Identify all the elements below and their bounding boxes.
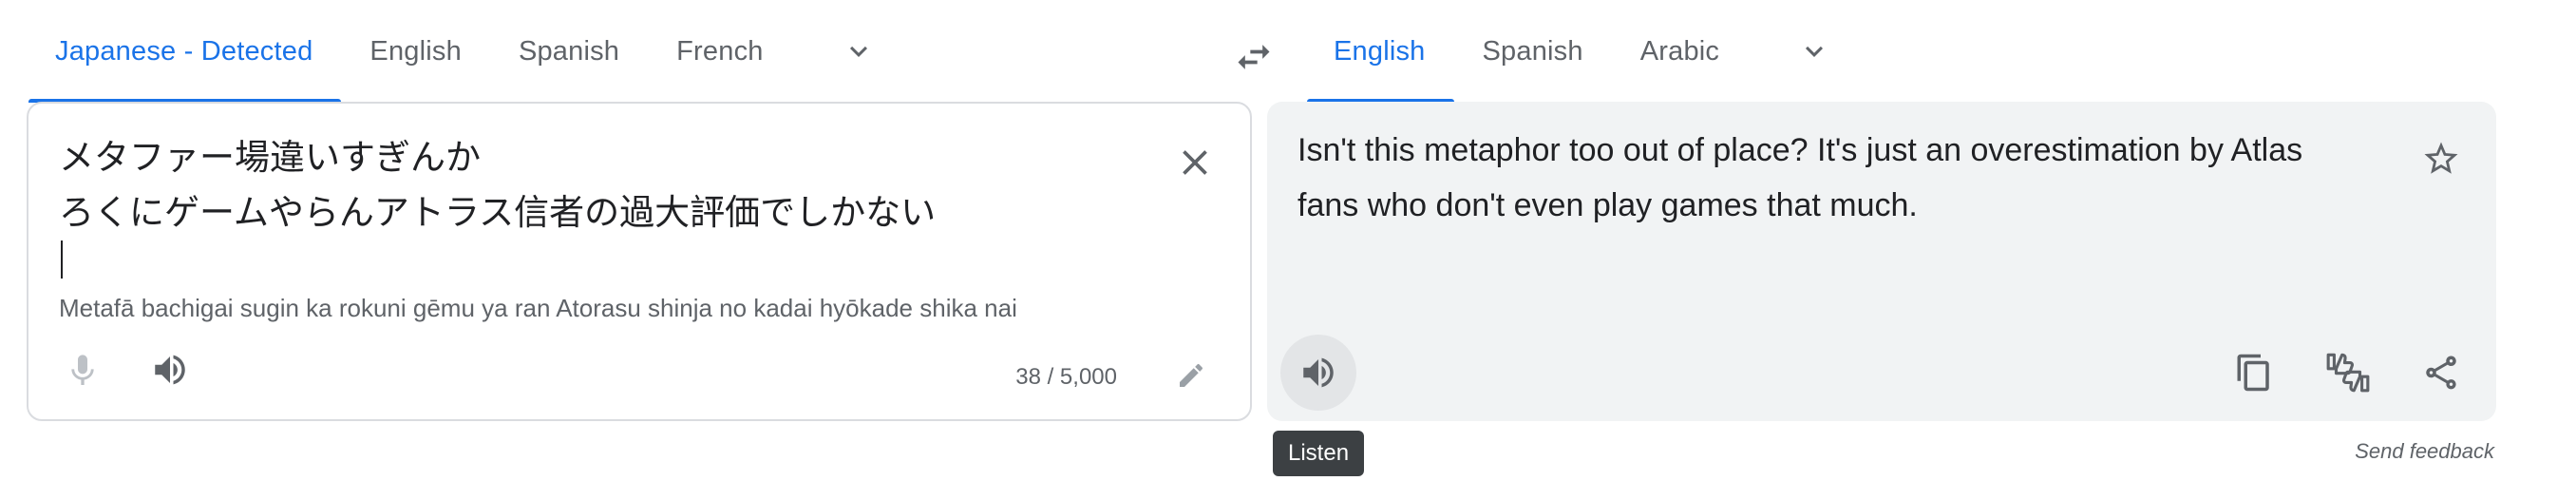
send-feedback-link[interactable]: Send feedback <box>2355 439 2494 464</box>
share-translation-button[interactable] <box>2403 335 2479 411</box>
source-language-bar: Japanese - Detected English Spanish Fren… <box>28 0 1254 103</box>
swap-icon <box>1238 45 1270 69</box>
source-text-input[interactable]: メタファー場違いすぎんか ろくにゲームやらんアトラス信者の過大評価でしかない <box>59 130 1132 279</box>
character-count: 38 / 5,000 <box>1015 364 1117 390</box>
star-icon <box>2424 142 2458 174</box>
source-tab-japanese-detected[interactable]: Japanese - Detected <box>28 0 342 103</box>
listen-tooltip: Listen <box>1273 431 1365 476</box>
source-romanization: Metafā bachigai sugin ka rokuni gēmu ya … <box>59 294 1017 322</box>
target-listen-button[interactable] <box>1280 335 1356 411</box>
speaker-icon <box>1303 357 1334 388</box>
source-listen-button[interactable] <box>132 332 208 408</box>
target-language-bar: English Spanish Arabic <box>1307 0 2494 103</box>
source-tab-english[interactable]: English <box>341 0 490 103</box>
copy-translation-button[interactable] <box>2216 335 2292 411</box>
save-translation-button[interactable] <box>2403 121 2479 197</box>
text-caret <box>61 240 63 279</box>
source-tab-french[interactable]: French <box>648 0 791 103</box>
source-tab-spanish[interactable]: Spanish <box>490 0 648 103</box>
microphone-icon <box>71 355 94 385</box>
source-text-line-2-content: ろくにゲームやらんアトラス信者の過大評価でしかない <box>59 192 937 233</box>
translation-output: Isn't this metaphor too out of place? It… <box>1297 132 2303 223</box>
edit-icon <box>1180 363 1203 387</box>
source-panel: メタファー場違いすぎんか ろくにゲームやらんアトラス信者の過大評価でしかない M… <box>27 102 1252 421</box>
speaker-icon <box>155 355 185 385</box>
chevron-down-icon <box>849 46 867 57</box>
target-tab-spanish[interactable]: Spanish <box>1454 0 1612 103</box>
source-text-line-2: ろくにゲームやらんアトラス信者の過大評価でしかない <box>59 185 1132 279</box>
source-text-line-1: メタファー場違いすぎんか <box>59 137 481 178</box>
rate-translation-button[interactable] <box>2310 335 2386 411</box>
target-more-languages-button[interactable] <box>1780 0 1848 103</box>
copy-icon <box>2237 354 2269 392</box>
swap-languages-button[interactable] <box>1220 23 1288 91</box>
source-more-languages-button[interactable] <box>824 0 893 103</box>
chevron-down-icon <box>1806 46 1824 57</box>
target-tab-arabic[interactable]: Arabic <box>1612 0 1748 103</box>
edit-button[interactable] <box>1161 345 1222 406</box>
target-tab-english[interactable]: English <box>1307 0 1454 103</box>
feedback-thumbs-icon <box>2326 353 2370 393</box>
close-icon <box>1183 150 1207 175</box>
voice-input-button[interactable] <box>45 333 121 409</box>
clear-source-button[interactable] <box>1161 128 1229 197</box>
target-panel: Isn't this metaphor too out of place? It… <box>1267 102 2496 421</box>
share-icon <box>2426 356 2456 390</box>
